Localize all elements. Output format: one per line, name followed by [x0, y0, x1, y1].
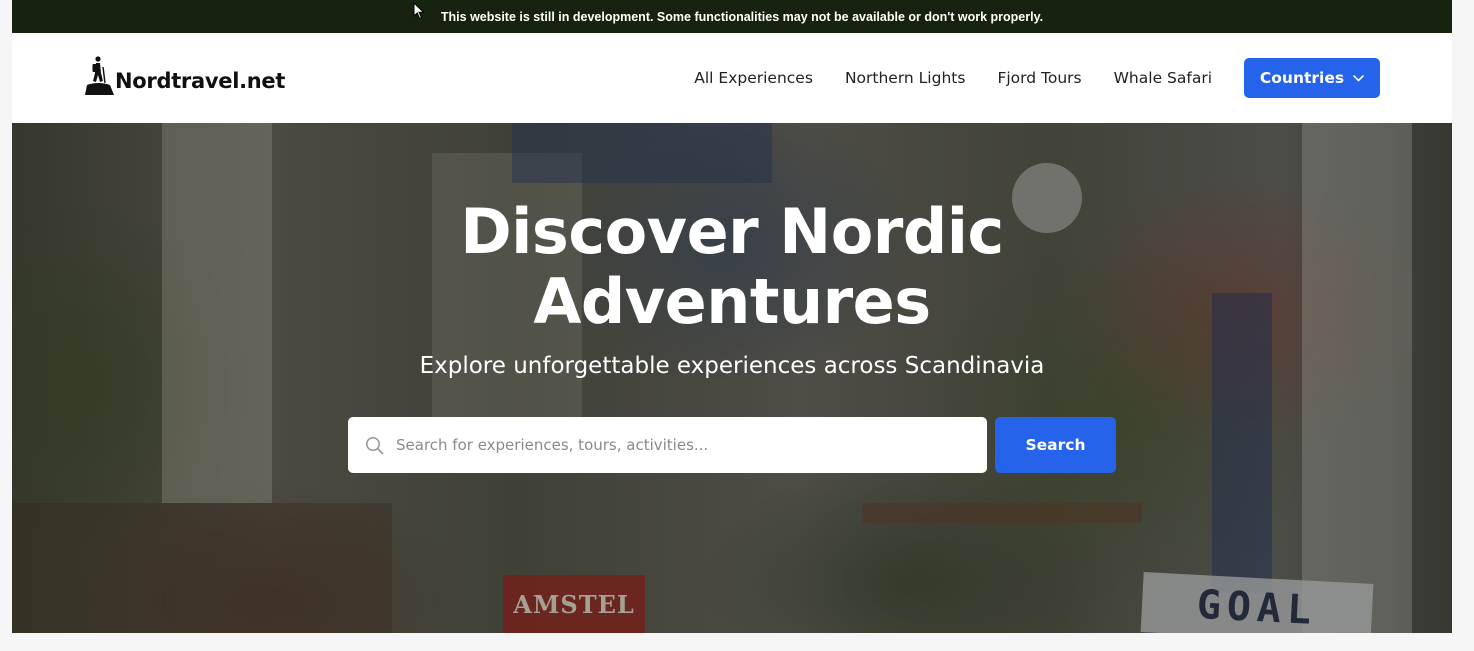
nav-link-fjord-tours[interactable]: Fjord Tours	[997, 69, 1081, 87]
search-icon	[366, 436, 384, 454]
development-banner: This website is still in development. So…	[12, 0, 1452, 33]
hero-title: Discover Nordic Adventures	[12, 197, 1452, 337]
countries-label: Countries	[1259, 69, 1345, 87]
countries-dropdown-button[interactable]: Countries	[1244, 58, 1380, 98]
mouse-cursor-icon	[413, 2, 425, 20]
hero-title-line2: Adventures	[533, 265, 931, 338]
logo-link[interactable]: Nordtravel.net	[84, 55, 285, 95]
navbar: Nordtravel.net All Experiences Northern …	[12, 33, 1452, 123]
nav-link-all-experiences[interactable]: All Experiences	[694, 69, 813, 87]
search-box	[348, 417, 987, 473]
nav-link-whale-safari[interactable]: Whale Safari	[1114, 69, 1212, 87]
hero-subtitle: Explore unforgettable experiences across…	[419, 353, 1045, 379]
hiker-on-hill-icon	[85, 56, 114, 95]
hero-title-line1: Discover Nordic	[460, 195, 1004, 268]
brand-name: Nordtravel.net	[115, 69, 286, 93]
hero-section: AMSTEL GOAL Discover Nordic Adventures E…	[12, 123, 1452, 633]
nav-link-northern-lights[interactable]: Northern Lights	[845, 69, 966, 87]
search-input[interactable]	[396, 417, 987, 473]
development-banner-text: This website is still in development. So…	[440, 9, 1044, 24]
chevron-down-icon	[1353, 74, 1364, 81]
search-button[interactable]: Search	[995, 417, 1116, 473]
main-nav: All Experiences Northern Lights Fjord To…	[694, 58, 1380, 98]
page: This website is still in development. So…	[12, 0, 1452, 633]
